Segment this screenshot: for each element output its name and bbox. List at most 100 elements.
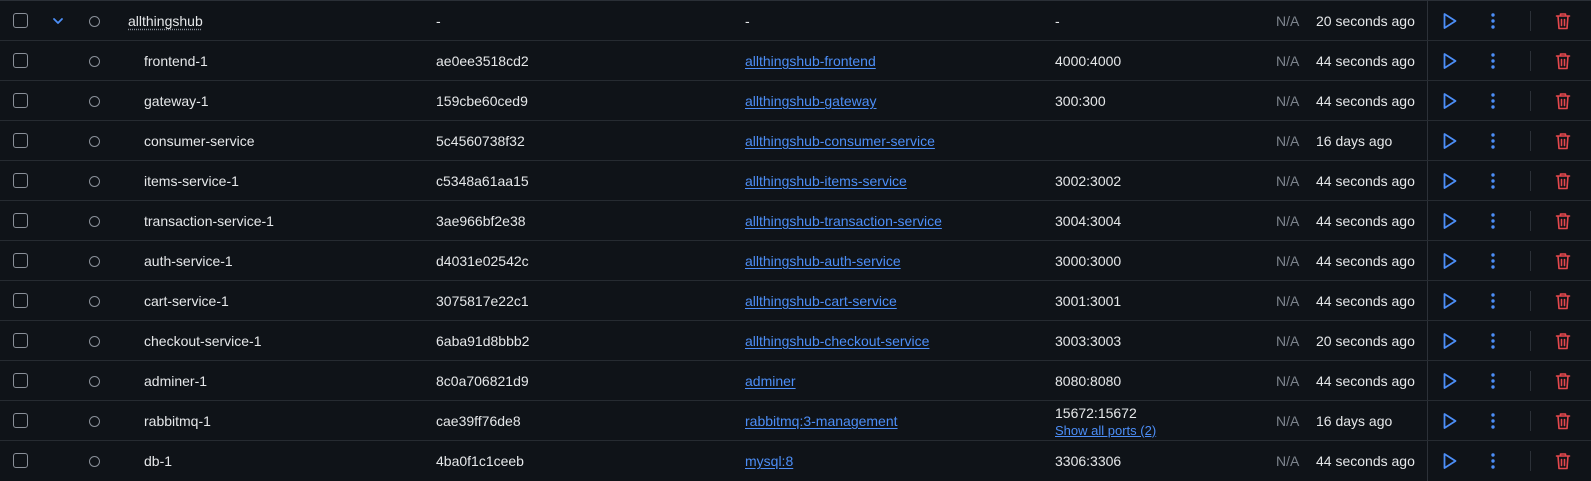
trash-icon[interactable]	[1553, 211, 1573, 231]
image-link[interactable]: allthingshub-checkout-service	[745, 333, 929, 349]
port-mapping: 300:300	[1055, 93, 1106, 109]
cpu-usage: N/A	[1276, 173, 1300, 189]
image-link[interactable]: allthingshub-gateway	[745, 93, 877, 109]
created-time: 20 seconds ago	[1316, 333, 1415, 349]
row-checkbox[interactable]	[13, 253, 28, 268]
created-time: 16 days ago	[1316, 133, 1393, 149]
play-icon[interactable]	[1440, 411, 1460, 431]
status-circle-icon	[89, 56, 100, 67]
trash-icon[interactable]	[1553, 171, 1573, 191]
play-icon[interactable]	[1440, 131, 1460, 151]
row-checkbox[interactable]	[13, 333, 28, 348]
play-icon[interactable]	[1440, 451, 1460, 471]
ports-cell: 3306:3306	[1055, 441, 1121, 481]
row-checkbox[interactable]	[13, 133, 28, 148]
container-id: -	[436, 13, 441, 29]
row-checkbox[interactable]	[13, 173, 28, 188]
kebab-menu-icon[interactable]	[1483, 171, 1503, 191]
row-checkbox[interactable]	[13, 373, 28, 388]
row-checkbox[interactable]	[13, 213, 28, 228]
table-row: adminer-1 8c0a706821d9 adminer 8080:8080 N/A…	[0, 361, 1591, 401]
trash-icon[interactable]	[1553, 291, 1573, 311]
kebab-menu-icon[interactable]	[1483, 11, 1503, 31]
play-icon[interactable]	[1440, 11, 1460, 31]
image-link[interactable]: rabbitmq:3-management	[745, 413, 898, 429]
container-name: transaction-service-1	[144, 213, 274, 229]
container-id: c5348a61aa15	[436, 173, 529, 189]
play-icon[interactable]	[1440, 331, 1460, 351]
image-link[interactable]: allthingshub-frontend	[745, 53, 876, 69]
containers-table: allthingshub - - - N/A 20 seconds ago frontend…	[0, 0, 1591, 481]
action-divider	[1530, 451, 1531, 471]
chevron-down-icon[interactable]	[51, 14, 65, 28]
status-circle-icon	[89, 416, 100, 427]
created-time: 44 seconds ago	[1316, 53, 1415, 69]
image-link[interactable]: allthingshub-cart-service	[745, 293, 897, 309]
container-id: 4ba0f1c1ceeb	[436, 453, 524, 469]
image-cell: allthingshub-gateway	[745, 81, 877, 121]
trash-icon[interactable]	[1553, 411, 1573, 431]
created-time: 44 seconds ago	[1316, 373, 1415, 389]
container-name[interactable]: allthingshub	[128, 1, 203, 41]
image-link[interactable]: adminer	[745, 373, 796, 389]
table-row: transaction-service-1 3ae966bf2e38 allthin…	[0, 201, 1591, 241]
image-cell: allthingshub-items-service	[745, 161, 907, 201]
show-all-ports-link[interactable]: Show all ports (2)	[1055, 423, 1156, 438]
image-link[interactable]: mysql:8	[745, 453, 793, 469]
kebab-menu-icon[interactable]	[1483, 251, 1503, 271]
trash-icon[interactable]	[1553, 91, 1573, 111]
port-mapping: 4000:4000	[1055, 53, 1122, 69]
kebab-menu-icon[interactable]	[1483, 411, 1503, 431]
kebab-menu-icon[interactable]	[1483, 51, 1503, 71]
container-id: 3ae966bf2e38	[436, 213, 526, 229]
image-link[interactable]: allthingshub-transaction-service	[745, 213, 942, 229]
play-icon[interactable]	[1440, 251, 1460, 271]
image-cell: allthingshub-consumer-service	[745, 121, 935, 161]
image-link[interactable]: allthingshub-consumer-service	[745, 133, 935, 149]
container-name: auth-service-1	[144, 253, 233, 269]
image-link[interactable]: allthingshub-auth-service	[745, 253, 901, 269]
port-mapping: 3004:3004	[1055, 213, 1122, 229]
created-time: 16 days ago	[1316, 413, 1393, 429]
play-icon[interactable]	[1440, 91, 1460, 111]
kebab-menu-icon[interactable]	[1483, 291, 1503, 311]
trash-icon[interactable]	[1553, 371, 1573, 391]
trash-icon[interactable]	[1553, 51, 1573, 71]
status-circle-icon	[89, 16, 100, 27]
kebab-menu-icon[interactable]	[1483, 131, 1503, 151]
trash-icon[interactable]	[1553, 131, 1573, 151]
status-circle-icon	[89, 336, 100, 347]
image-link[interactable]: allthingshub-items-service	[745, 173, 907, 189]
kebab-menu-icon[interactable]	[1483, 451, 1503, 471]
container-name: rabbitmq-1	[144, 413, 211, 429]
action-divider	[1530, 211, 1531, 231]
row-checkbox[interactable]	[13, 13, 28, 28]
trash-icon[interactable]	[1553, 451, 1573, 471]
play-icon[interactable]	[1440, 51, 1460, 71]
kebab-menu-icon[interactable]	[1483, 331, 1503, 351]
created-time: 44 seconds ago	[1316, 93, 1415, 109]
trash-icon[interactable]	[1553, 331, 1573, 351]
container-id: 8c0a706821d9	[436, 373, 529, 389]
cpu-usage: N/A	[1276, 453, 1300, 469]
row-checkbox[interactable]	[13, 93, 28, 108]
play-icon[interactable]	[1440, 211, 1460, 231]
row-checkbox[interactable]	[13, 413, 28, 428]
kebab-menu-icon[interactable]	[1483, 211, 1503, 231]
row-checkbox[interactable]	[13, 453, 28, 468]
container-id: cae39ff76de8	[436, 413, 521, 429]
created-time: 44 seconds ago	[1316, 293, 1415, 309]
kebab-menu-icon[interactable]	[1483, 371, 1503, 391]
row-checkbox[interactable]	[13, 53, 28, 68]
port-mapping: 8080:8080	[1055, 373, 1122, 389]
container-name: gateway-1	[144, 93, 209, 109]
table-row: frontend-1 ae0ee3518cd2 allthingshub-front…	[0, 41, 1591, 81]
trash-icon[interactable]	[1553, 251, 1573, 271]
play-icon[interactable]	[1440, 371, 1460, 391]
trash-icon[interactable]	[1553, 11, 1573, 31]
row-checkbox[interactable]	[13, 293, 28, 308]
kebab-menu-icon[interactable]	[1483, 91, 1503, 111]
play-icon[interactable]	[1440, 171, 1460, 191]
play-icon[interactable]	[1440, 291, 1460, 311]
image-cell: allthingshub-auth-service	[745, 241, 901, 281]
